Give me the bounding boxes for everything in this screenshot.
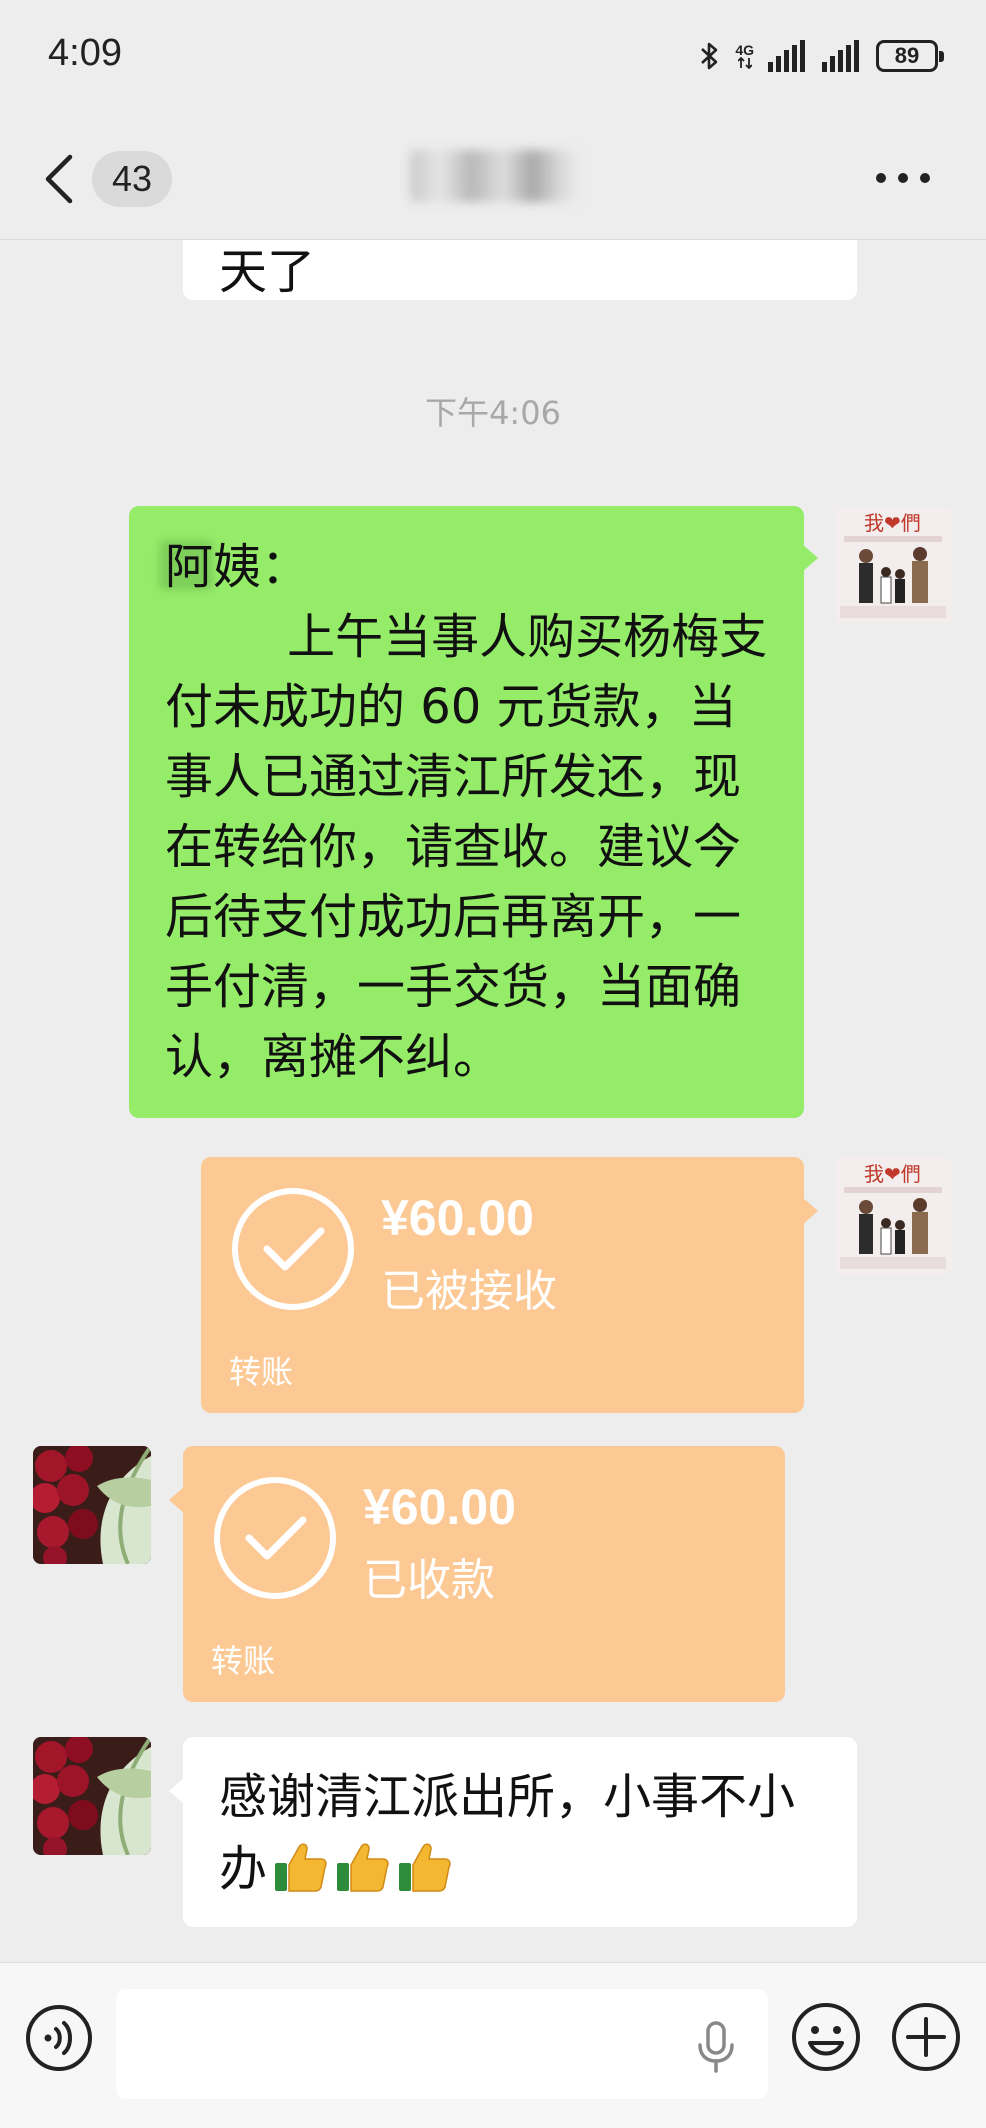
transfer-status: 已收款 bbox=[363, 1555, 495, 1606]
mobile-data-indicator: 4G bbox=[735, 43, 754, 69]
status-icons: 4G 89 bbox=[699, 36, 944, 76]
sent-message-bubble[interactable]: 阿姨： 上午当事人购买杨梅支付未成功的 60 元货款，当事人已通过清江所发还，现… bbox=[129, 506, 818, 1118]
unread-count-badge: 43 bbox=[92, 151, 172, 207]
voice-mode-icon[interactable] bbox=[24, 2003, 94, 2073]
bayberry-photo-avatar-image bbox=[33, 1737, 151, 1855]
more-options-button[interactable] bbox=[876, 166, 936, 190]
message-input-bar bbox=[0, 1962, 986, 2128]
chat-title-blurred bbox=[410, 150, 580, 202]
transfer-amount: ¥60.00 bbox=[381, 1190, 534, 1246]
dot-icon bbox=[920, 173, 930, 183]
transfer-label: 转账 bbox=[229, 1353, 294, 1391]
bubble-tail bbox=[169, 1486, 185, 1514]
bubble-tail bbox=[169, 1777, 185, 1805]
network-type-label: 4G bbox=[735, 42, 754, 58]
sent-message-text: 阿姨： 上午当事人购买杨梅支付未成功的 60 元货款，当事人已通过清江所发还，现… bbox=[165, 539, 768, 1085]
bubble-tail bbox=[802, 1197, 818, 1225]
thumbs-up-icon bbox=[337, 1843, 389, 1892]
bluetooth-icon bbox=[701, 42, 718, 70]
signal-icon-sim2 bbox=[822, 40, 859, 72]
svg-text:我❤們: 我❤們 bbox=[864, 511, 921, 535]
transfer-status: 已被接收 bbox=[381, 1266, 557, 1317]
received-message-bubble[interactable]: 感谢清江派出所，小事不小办 bbox=[169, 1737, 857, 1927]
contact-avatar[interactable] bbox=[33, 1737, 151, 1855]
mic-icon[interactable] bbox=[696, 2021, 736, 2073]
message-timestamp: 下午4:06 bbox=[425, 394, 561, 432]
thumbs-up-icon bbox=[399, 1843, 451, 1892]
chat-message-list[interactable]: 天了 下午4:06 阿姨： 上午当事人购买杨梅支付未成功的 60 元货款，当事人… bbox=[0, 240, 986, 1960]
emoji-icon[interactable] bbox=[790, 2001, 862, 2073]
previous-message-bubble[interactable]: 天了 bbox=[183, 240, 857, 300]
self-avatar[interactable]: 我❤們 bbox=[834, 1157, 952, 1275]
transfer-label: 转账 bbox=[211, 1642, 276, 1680]
signal-icon-sim1 bbox=[768, 40, 805, 72]
transfer-amount: ¥60.00 bbox=[363, 1479, 516, 1535]
dot-icon bbox=[876, 173, 886, 183]
check-circle-icon bbox=[232, 1188, 354, 1310]
transfer-received-card[interactable]: ¥60.00 已收款 转账 bbox=[169, 1446, 785, 1702]
data-arrows-icon bbox=[737, 57, 752, 69]
battery-indicator: 89 bbox=[876, 40, 944, 72]
check-circle-icon bbox=[214, 1477, 336, 1599]
family-photo-avatar-image: 我❤們 bbox=[834, 506, 952, 624]
back-button[interactable]: 43 bbox=[40, 146, 180, 212]
plus-icon[interactable] bbox=[890, 2001, 962, 2073]
dot-icon bbox=[898, 173, 908, 183]
family-photo-avatar-image: 我❤們 bbox=[834, 1157, 952, 1275]
chevron-left-icon bbox=[45, 154, 73, 204]
received-message: 感谢清江派出所，小事不小办 bbox=[219, 1761, 833, 1905]
previous-message-text: 天了 bbox=[219, 244, 316, 300]
svg-text:我❤們: 我❤們 bbox=[864, 1162, 921, 1186]
message-input[interactable] bbox=[116, 1989, 768, 2099]
status-time: 4:09 bbox=[48, 32, 122, 74]
self-avatar[interactable]: 我❤們 bbox=[834, 506, 952, 624]
bubble-tail bbox=[802, 544, 818, 572]
contact-avatar[interactable] bbox=[33, 1446, 151, 1564]
chat-header: 43 bbox=[0, 110, 986, 240]
bayberry-photo-avatar-image bbox=[33, 1446, 151, 1564]
status-bar: 4:09 4G 89 bbox=[0, 0, 986, 110]
transfer-sent-card[interactable]: ¥60.00 已被接收 转账 bbox=[201, 1157, 818, 1413]
thumbs-up-icon bbox=[275, 1843, 327, 1892]
